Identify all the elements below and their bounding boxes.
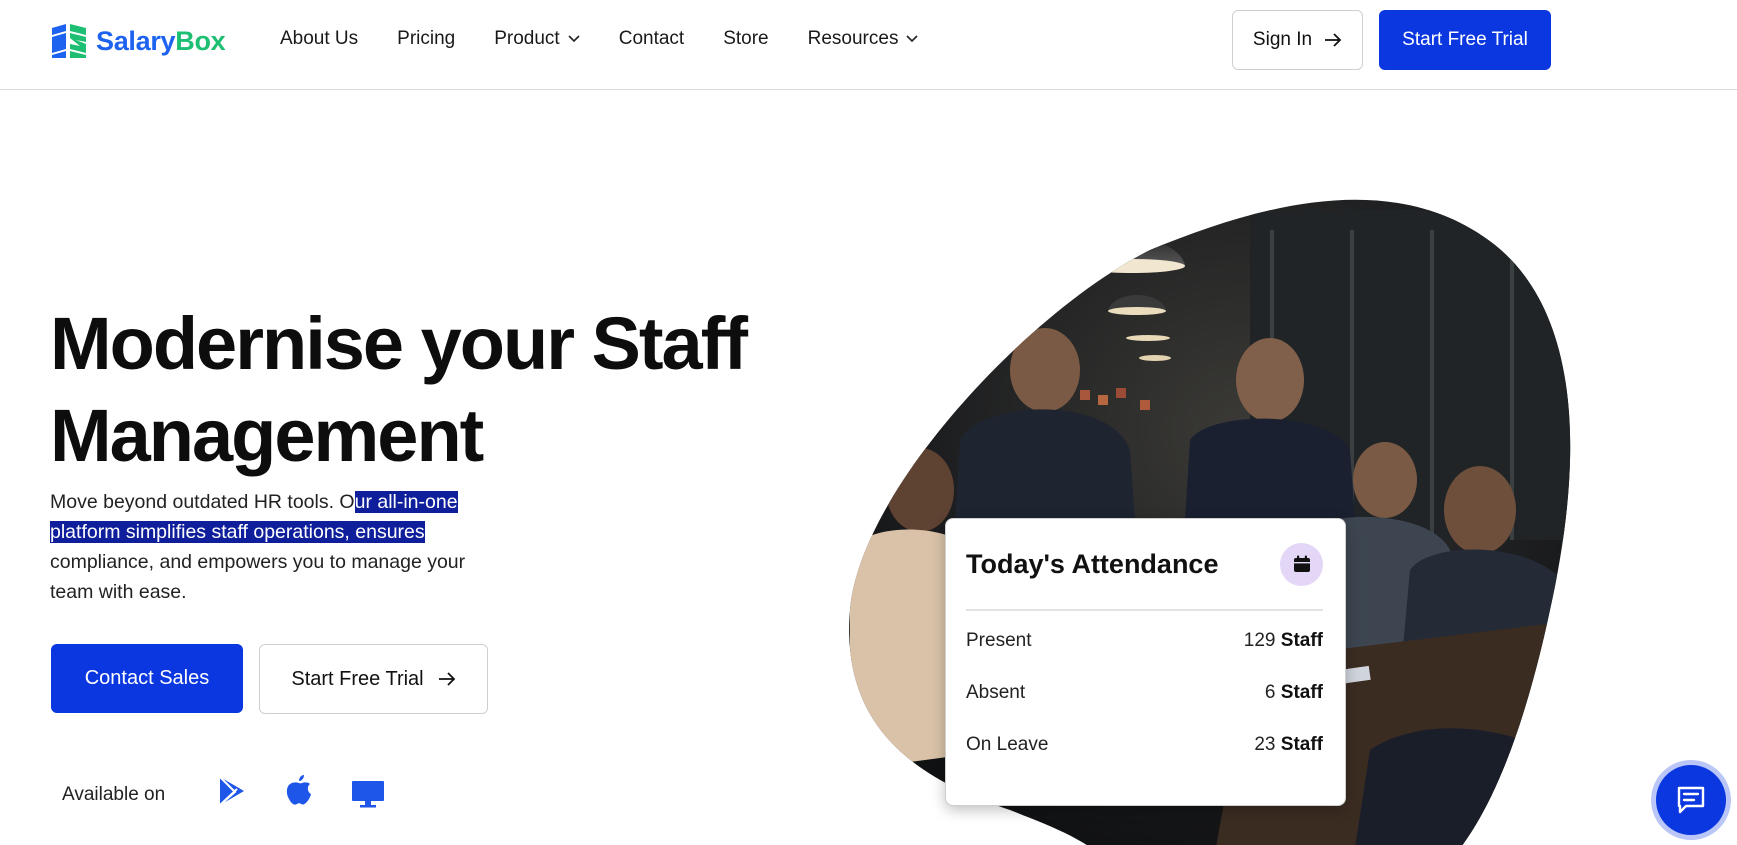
site-header: SalaryBox About Us Pricing Product Conta…: [0, 0, 1737, 90]
nav-product-label: Product: [494, 28, 560, 49]
attendance-unit: Staff: [1280, 682, 1323, 703]
nav-contact[interactable]: Contact: [619, 28, 684, 50]
hero-description-end: compliance, and empowers you to manage y…: [50, 551, 466, 603]
nav-store[interactable]: Store: [723, 28, 768, 50]
chevron-down-icon: [906, 35, 919, 43]
desktop-icon[interactable]: [351, 780, 385, 808]
arrow-right-icon: [438, 672, 455, 686]
brand-name-part2: Box: [175, 25, 226, 56]
hero-description: Move beyond outdated HR tools. Our all-i…: [50, 487, 490, 607]
hero-headline-line1: Modernise your Staff: [50, 302, 748, 385]
attendance-row-label: Present: [966, 630, 1032, 651]
attendance-title: Today's Attendance: [966, 548, 1219, 579]
available-on-label: Available on: [62, 784, 166, 805]
start-free-trial-header-button[interactable]: Start Free Trial: [1379, 10, 1551, 70]
attendance-card: Today's Attendance Present 129 Staff Abs…: [945, 518, 1346, 806]
nav-resources-label: Resources: [807, 28, 899, 49]
google-play-icon[interactable]: [218, 776, 246, 806]
arrow-right-icon: [1325, 33, 1342, 47]
start-free-trial-header-label: Start Free Trial: [1402, 29, 1528, 50]
attendance-unit: Staff: [1280, 630, 1323, 651]
attendance-unit: Staff: [1280, 734, 1323, 755]
chevron-down-icon: [568, 35, 580, 43]
attendance-row-label: Absent: [966, 682, 1026, 703]
nav-product[interactable]: Product: [494, 28, 580, 50]
attendance-count: 6: [1264, 682, 1276, 703]
attendance-row-on-leave: On Leave 23 Staff: [966, 719, 1323, 771]
salarybox-logo-icon: [52, 24, 86, 58]
start-free-trial-hero-button[interactable]: Start Free Trial: [259, 644, 488, 714]
chat-widget-button[interactable]: [1656, 765, 1726, 835]
hero-description-start: Move beyond outdated HR tools. O: [50, 491, 355, 513]
nav-store-label: Store: [723, 28, 769, 49]
brand-name: SalaryBox: [96, 25, 226, 57]
chat-icon: [1677, 786, 1705, 814]
main-nav: About Us Pricing Product Contact Store R…: [280, 28, 919, 50]
calendar-icon: [1280, 542, 1323, 586]
start-free-trial-hero-label: Start Free Trial: [291, 667, 424, 690]
contact-sales-button[interactable]: Contact Sales: [51, 644, 243, 713]
attendance-count: 23: [1254, 734, 1276, 755]
nav-about-us[interactable]: About Us: [280, 28, 358, 50]
attendance-row-value: 129 Staff: [1244, 630, 1323, 652]
nav-pricing-label: Pricing: [397, 28, 456, 49]
hero-headline: Modernise your Staff Management: [50, 298, 770, 482]
nav-resources[interactable]: Resources: [808, 28, 919, 50]
contact-sales-label: Contact Sales: [84, 667, 210, 689]
apple-icon[interactable]: [285, 774, 313, 806]
sign-in-button[interactable]: Sign In: [1232, 10, 1363, 70]
attendance-row-value: 23 Staff: [1254, 734, 1323, 756]
sign-in-label: Sign In: [1252, 29, 1313, 50]
nav-about-us-label: About Us: [280, 28, 359, 49]
nav-contact-label: Contact: [618, 28, 685, 49]
attendance-row-present: Present 129 Staff: [966, 615, 1323, 667]
brand-name-part1: Salary: [96, 25, 176, 56]
attendance-row-value: 6 Staff: [1265, 682, 1323, 704]
attendance-row-absent: Absent 6 Staff: [966, 667, 1323, 719]
attendance-row-label: On Leave: [966, 734, 1049, 755]
nav-pricing[interactable]: Pricing: [397, 28, 455, 50]
logo[interactable]: SalaryBox: [50, 24, 226, 58]
attendance-count: 129: [1243, 630, 1276, 651]
attendance-rows: Present 129 Staff Absent 6 Staff On Leav…: [966, 611, 1323, 771]
hero-headline-line2: Management: [50, 394, 484, 477]
attendance-card-header: Today's Attendance: [966, 519, 1323, 611]
